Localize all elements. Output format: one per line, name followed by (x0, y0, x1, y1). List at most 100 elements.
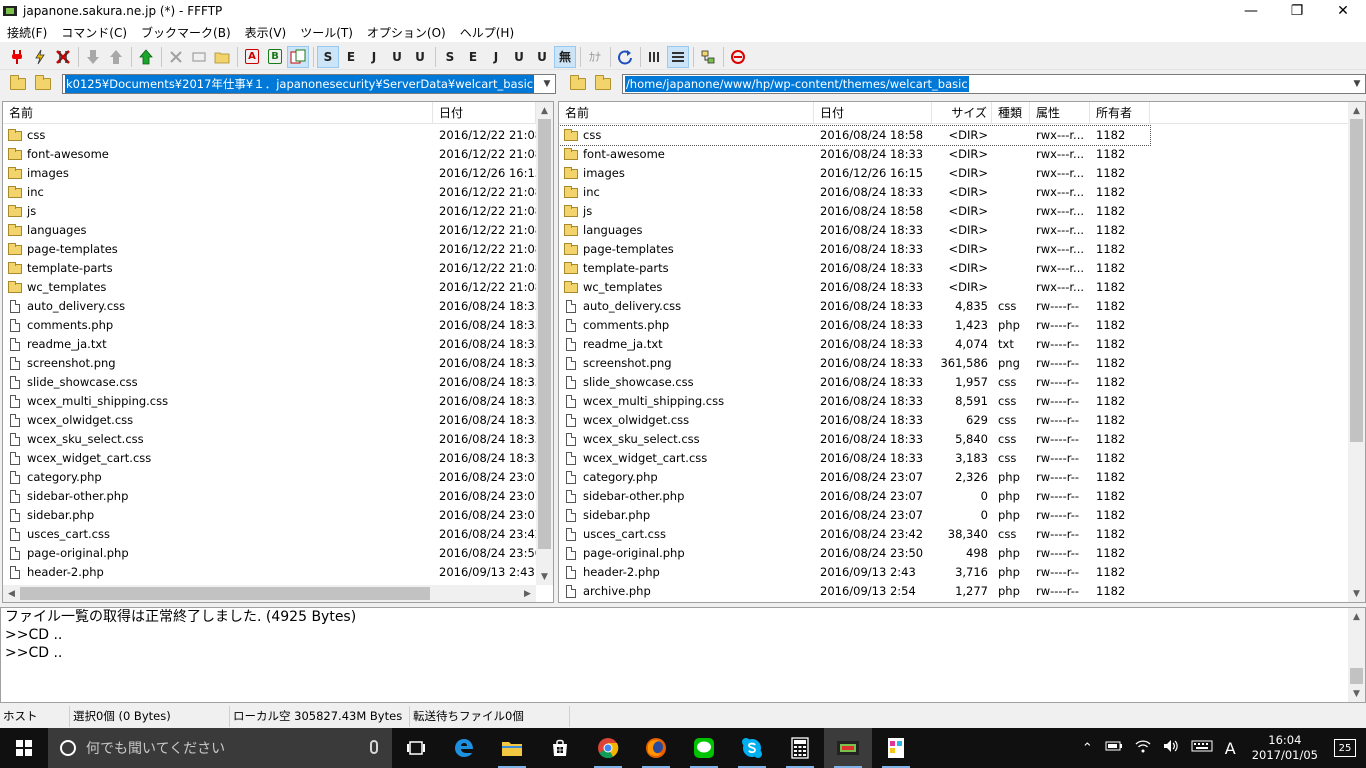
menu-view[interactable]: 表示(V) (238, 24, 294, 41)
local-file-row[interactable]: comments.php 2016/08/24 18:33 (3, 316, 536, 335)
line-messenger-icon[interactable] (680, 728, 728, 768)
kanji-utf8n-button[interactable]: U (386, 46, 408, 68)
cortana-search-box[interactable]: 何でも聞いてください (48, 728, 392, 768)
transfer-auto-button[interactable] (287, 45, 309, 68)
new-folder-icon[interactable] (211, 46, 233, 68)
log-vscroll-thumb[interactable] (1350, 668, 1363, 684)
remote-file-row[interactable]: font-awesome 2016/08/24 18:33 <DIR> rwx---r… (559, 145, 1150, 164)
refresh-icon[interactable] (614, 46, 636, 68)
upload-icon[interactable] (105, 46, 127, 68)
close-button[interactable]: ✕ (1320, 0, 1366, 22)
download-icon[interactable] (82, 46, 104, 68)
rename-icon[interactable] (188, 46, 210, 68)
log-panel[interactable]: ファイル一覧の取得は正常終了しました. (4925 Bytes) >>CD ..… (0, 607, 1366, 703)
local-file-row[interactable]: wcex_multi_shipping.css 2016/08/24 18:33 (3, 392, 536, 411)
remote-kanji-euc-button[interactable]: E (462, 46, 484, 68)
kanji-none-button[interactable]: 無 (554, 45, 576, 68)
remote-file-row[interactable]: wcex_olwidget.css 2016/08/24 18:33 629 css r… (559, 411, 1150, 430)
local-vscroll-thumb[interactable] (538, 119, 551, 549)
kanji-jis-button[interactable]: J (363, 46, 385, 68)
remote-file-list[interactable]: 名前 日付 サイズ 種類 属性 所有者 css 2016/08/24 18:58 <… (558, 101, 1366, 603)
remote-file-row[interactable]: slide_showcase.css 2016/08/24 18:33 1,957 c… (559, 373, 1150, 392)
store-icon[interactable] (536, 728, 584, 768)
remote-file-row[interactable]: usces_cart.css 2016/08/24 23:42 38,340 css r… (559, 525, 1150, 544)
kanji-utf8-button[interactable]: U (409, 46, 431, 68)
remote-file-row[interactable]: screenshot.png 2016/08/24 18:33 361,586 png… (559, 354, 1150, 373)
detail-view-icon[interactable] (667, 45, 689, 68)
local-file-row[interactable]: template-parts 2016/12/22 21:08 (3, 259, 536, 278)
menu-options[interactable]: オプション(O) (360, 24, 453, 41)
local-file-row[interactable]: images 2016/12/26 16:13 (3, 164, 536, 183)
chevron-down-icon[interactable]: ▼ (1349, 75, 1366, 93)
local-file-row[interactable]: header-2.php 2016/09/13 2:43 (3, 563, 536, 582)
skype-icon[interactable] (728, 728, 776, 768)
local-file-row[interactable]: wc_templates 2016/12/22 21:08 (3, 278, 536, 297)
remote-file-row[interactable]: readme_ja.txt 2016/08/24 18:33 4,074 txt rw-… (559, 335, 1150, 354)
list-view-icon[interactable] (644, 46, 666, 68)
local-file-row[interactable]: slide_showcase.css 2016/08/24 18:33 (3, 373, 536, 392)
remote-file-row[interactable]: inc 2016/08/24 18:33 <DIR> rwx---r... 1182 (559, 183, 1150, 202)
file-explorer-icon[interactable] (488, 728, 536, 768)
local-file-row[interactable]: wcex_widget_cart.css 2016/08/24 18:33 (3, 449, 536, 468)
chevron-down-icon[interactable]: ▼ (539, 75, 555, 93)
chevron-up-icon[interactable]: ⌃ (1082, 741, 1093, 756)
minimize-button[interactable]: — (1228, 0, 1274, 22)
remote-header-owner[interactable]: 所有者 (1090, 102, 1150, 124)
local-hscroll-thumb[interactable] (20, 587, 430, 600)
taskbar-clock[interactable]: 16:04 2017/01/05 (1252, 733, 1318, 763)
battery-icon[interactable] (1105, 740, 1123, 756)
remote-header-kind[interactable]: 種類 (992, 102, 1030, 124)
scroll-left-icon[interactable]: ◀ (3, 585, 20, 602)
local-header-date[interactable]: 日付 (433, 102, 536, 124)
scroll-right-icon[interactable]: ▶ (519, 585, 536, 602)
kanji-sjis-button[interactable]: S (317, 45, 339, 68)
remote-up-folder-icon[interactable] (570, 75, 586, 90)
local-file-row[interactable]: css 2016/12/22 21:08 (3, 126, 536, 145)
menu-help[interactable]: ヘルプ(H) (453, 24, 521, 41)
remote-file-row[interactable]: wcex_widget_cart.css 2016/08/24 18:33 3,18… (559, 449, 1150, 468)
local-file-row[interactable]: font-awesome 2016/12/22 21:08 (3, 145, 536, 164)
remote-file-row[interactable]: languages 2016/08/24 18:33 <DIR> rwx---r...… (559, 221, 1150, 240)
menu-tools[interactable]: ツール(T) (293, 24, 360, 41)
remote-path-input[interactable]: /home/japanone/www/hp/wp-content/themes/… (621, 74, 1366, 94)
disconnect-icon[interactable] (52, 46, 74, 68)
local-file-row[interactable]: usces_cart.css 2016/08/24 23:42 (3, 525, 536, 544)
local-file-row[interactable]: languages 2016/12/22 21:08 (3, 221, 536, 240)
local-file-row[interactable]: wcex_sku_select.css 2016/08/24 18:33 (3, 430, 536, 449)
ime-mode-indicator[interactable]: A (1225, 739, 1236, 758)
edge-browser-icon[interactable] (440, 728, 488, 768)
scroll-down-icon[interactable]: ▼ (1348, 585, 1365, 602)
remote-file-row[interactable]: wcex_sku_select.css 2016/08/24 18:33 5,840… (559, 430, 1150, 449)
volume-icon[interactable] (1163, 739, 1179, 757)
local-header-name[interactable]: 名前 (3, 102, 433, 124)
scroll-up-icon[interactable]: ▲ (1348, 608, 1365, 625)
maximize-button[interactable]: ❐ (1274, 0, 1320, 22)
remote-file-row[interactable]: css 2016/08/24 18:58 <DIR> rwx---r... 1182 (559, 125, 1151, 146)
remote-file-row[interactable]: images 2016/12/26 16:15 <DIR> rwx---r... 118… (559, 164, 1150, 183)
remote-header-date[interactable]: 日付 (814, 102, 932, 124)
local-file-row[interactable]: category.php 2016/08/24 23:07 (3, 468, 536, 487)
local-path-input[interactable]: k0125¥Documents¥2017年仕事¥１．japanonesecuri… (62, 74, 556, 94)
local-file-row[interactable]: readme_ja.txt 2016/08/24 18:33 (3, 335, 536, 354)
kana-convert-button[interactable]: ｶﾅ (584, 46, 606, 68)
start-button[interactable] (0, 728, 48, 768)
remote-file-row[interactable]: comments.php 2016/08/24 18:33 1,423 php rw--… (559, 316, 1150, 335)
connect-icon[interactable] (6, 46, 28, 68)
local-file-row[interactable]: auto_delivery.css 2016/08/24 18:33 (3, 297, 536, 316)
local-open-folder-icon[interactable] (35, 75, 51, 90)
firefox-icon[interactable] (632, 728, 680, 768)
local-file-row[interactable]: sidebar-other.php 2016/08/24 23:07 (3, 487, 536, 506)
transfer-binary-button[interactable]: B (264, 46, 286, 68)
local-file-row[interactable]: page-original.php 2016/08/24 23:50 (3, 544, 536, 563)
microphone-icon[interactable] (370, 740, 378, 754)
remote-vertical-scrollbar[interactable]: ▲ ▼ (1348, 102, 1365, 602)
local-file-row[interactable]: js 2016/12/22 21:08 (3, 202, 536, 221)
wifi-icon[interactable] (1135, 739, 1151, 757)
kanji-euc-button[interactable]: E (340, 46, 362, 68)
local-file-row[interactable]: sidebar.php 2016/08/24 23:07 (3, 506, 536, 525)
quick-connect-icon[interactable] (29, 46, 51, 68)
ffftp-taskbar-icon[interactable] (824, 728, 872, 768)
remote-kanji-jis-button[interactable]: J (485, 46, 507, 68)
local-file-row[interactable]: wcex_olwidget.css 2016/08/24 18:33 (3, 411, 536, 430)
remote-file-row[interactable]: auto_delivery.css 2016/08/24 18:33 4,835 cs… (559, 297, 1150, 316)
